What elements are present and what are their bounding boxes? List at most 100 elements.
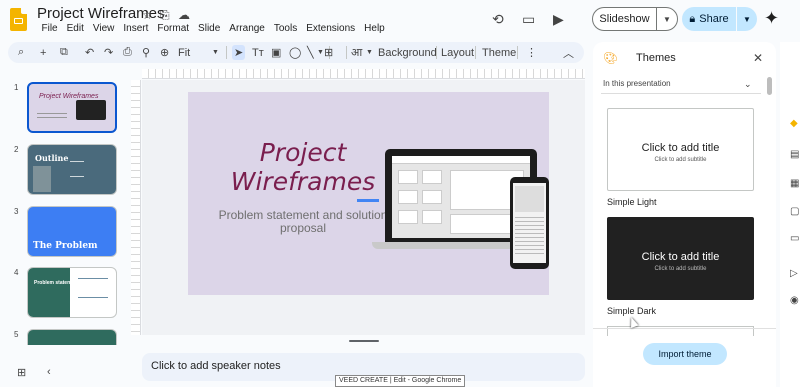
chevron-down-icon: ▼ [663, 14, 671, 24]
menu-format[interactable]: Format [153, 23, 194, 34]
new-slide-icon[interactable]: + [40, 45, 46, 60]
palette-icon: 🎨︎ [603, 51, 619, 65]
paint-format-icon[interactable]: ⚲ [142, 45, 150, 60]
slide-thumbnail-1[interactable]: Project Wireframes [27, 82, 117, 133]
menu-slide[interactable]: Slide [194, 23, 225, 34]
menu-edit[interactable]: Edit [62, 23, 88, 34]
meet-icon[interactable]: ▶ [553, 11, 564, 28]
share-label: Share [699, 13, 729, 25]
theme-name: Simple Dark [607, 306, 657, 316]
import-theme-button[interactable]: Import theme [643, 343, 727, 365]
tasks-icon[interactable]: ▤ [790, 149, 799, 160]
chevron-down-icon[interactable]: ▼ [212, 45, 219, 60]
notes-resize-handle[interactable] [349, 340, 379, 342]
speaker-notes-placeholder: Click to add speaker notes [151, 360, 281, 372]
menu-tools[interactable]: Tools [269, 23, 301, 34]
comments-icon[interactable]: ▭ [522, 11, 535, 28]
layout-button[interactable]: Layout [441, 45, 474, 60]
slideshow-options-button[interactable]: ▼ [656, 7, 678, 31]
toolbar-divider [226, 46, 227, 59]
calendar-icon[interactable]: ▦ [790, 178, 799, 189]
thumbnail-text-lines [70, 161, 84, 177]
menu-help[interactable]: Help [360, 23, 390, 34]
shape-icon[interactable]: ◯ [289, 45, 301, 60]
gemini-sparkle-icon[interactable]: ✦ [764, 8, 779, 29]
themes-scope-select[interactable]: In this presentation ⌄ [601, 76, 761, 94]
window-tooltip: VEED CREATE | Edit - Google Chrome [335, 375, 466, 387]
keep-icon[interactable]: ◆ [790, 118, 798, 129]
slide-thumbnail-3[interactable]: The Problem [27, 206, 117, 257]
version-history-icon[interactable]: ⟲ [492, 11, 504, 28]
toolbar-divider [436, 46, 437, 59]
get-addons-icon[interactable]: ◉ [790, 295, 799, 306]
slide-thumbnail-5[interactable] [27, 329, 117, 345]
collapse-toolbar-icon[interactable]: ︿ [563, 45, 574, 60]
new-slide-layout-icon[interactable]: ⧉ [60, 45, 68, 60]
menu-insert[interactable]: Insert [119, 23, 153, 34]
panel-divider [593, 328, 776, 329]
move-folder-icon[interactable]: ⎘ [160, 8, 170, 23]
themes-title: Themes [636, 52, 676, 64]
menu-arrange[interactable]: Arrange [225, 23, 270, 34]
image-icon[interactable]: ▣ [271, 45, 281, 60]
addon-icon[interactable]: ▷ [790, 268, 798, 279]
thumbnail-subtitle-lines [37, 113, 67, 118]
thumbnail-image [28, 268, 70, 317]
theme-preview-subtitle: Click to add subtitle [654, 266, 707, 272]
theme-simple-dark[interactable]: Click to add title Click to add subtitle [607, 217, 754, 300]
slideshow-button[interactable]: Slideshow [592, 7, 656, 31]
accent-line[interactable] [357, 199, 379, 202]
slide-editor[interactable]: Project Wireframes Problem statement and… [188, 92, 549, 295]
menu-file[interactable]: File [37, 23, 62, 34]
zoom-icon[interactable]: ⊕ [160, 45, 169, 60]
phone-mockup-image[interactable] [510, 177, 549, 269]
theme-button[interactable]: Theme [482, 45, 516, 60]
chevron-down-icon[interactable]: ▼ [366, 45, 373, 60]
slides-logo-icon[interactable] [10, 8, 27, 31]
toolbar: ⌕ + ⧉ ↶ ↷ ⎙ ⚲ ⊕ Fit ▼ ➤ Tт ▣ ◯ ╲ ▼ ⊞ आ ▼… [8, 42, 584, 63]
thumbnail-title: Outline [35, 153, 69, 163]
line-icon[interactable]: ╲ [307, 45, 314, 60]
input-tools-icon[interactable]: आ [351, 45, 362, 60]
collapse-filmstrip-icon[interactable]: ‹ [47, 366, 51, 378]
more-options-icon[interactable]: ⋮ [526, 45, 537, 60]
close-icon[interactable]: ✕ [753, 51, 763, 65]
background-button[interactable]: Background [378, 45, 437, 60]
slide-thumbnail-4[interactable]: Problem statement [27, 267, 117, 318]
select-tool-icon[interactable]: ➤ [232, 45, 246, 60]
share-button[interactable]: 🔒︎ Share [682, 7, 736, 31]
menu-extensions[interactable]: Extensions [302, 23, 360, 34]
thumbnail-device-image [76, 100, 106, 120]
redo-icon[interactable]: ↷ [104, 45, 113, 60]
horizontal-ruler[interactable] [142, 69, 585, 79]
theme-preview-title: Click to add title [641, 251, 720, 263]
toolbar-divider [475, 46, 476, 59]
share-options-button[interactable]: ▼ [737, 7, 757, 31]
slide-subtitle[interactable]: Problem statement and solution proposal [218, 209, 388, 235]
thumbnail-image [33, 166, 51, 192]
star-icon[interactable]: ☆ [142, 8, 153, 22]
slide-number: 2 [14, 145, 19, 154]
search-menus-icon[interactable]: ⌕ [18, 45, 24, 60]
toolbar-divider [517, 46, 518, 59]
theme-name: Simple Light [607, 197, 657, 207]
menu-view[interactable]: View [88, 23, 119, 34]
text-box-icon[interactable]: Tт [252, 45, 264, 60]
lock-icon: 🔒︎ [689, 12, 696, 25]
grid-view-icon[interactable]: ⊞ [17, 366, 26, 379]
maps-icon[interactable]: ▭ [790, 233, 799, 244]
vertical-ruler[interactable] [131, 80, 141, 335]
insert-comment-icon[interactable]: ⊞ [324, 45, 333, 60]
theme-simple-light[interactable]: Click to add title Click to add subtitle [607, 108, 754, 191]
undo-icon[interactable]: ↶ [85, 45, 94, 60]
slide-thumbnail-2[interactable]: Outline [27, 144, 117, 195]
chevron-down-icon[interactable]: ▼ [317, 45, 324, 60]
zoom-select[interactable]: Fit [178, 45, 190, 60]
print-icon[interactable]: ⎙ [123, 45, 132, 60]
thumbnail-title: The Problem [33, 241, 98, 251]
themes-header: 🎨︎ Themes ✕ [603, 51, 766, 67]
contacts-icon[interactable]: ▢ [790, 206, 799, 217]
themes-scrollbar[interactable] [767, 77, 772, 95]
cloud-status-icon[interactable]: ☁ [178, 8, 190, 22]
slide-title[interactable]: Project Wireframes [223, 138, 383, 196]
